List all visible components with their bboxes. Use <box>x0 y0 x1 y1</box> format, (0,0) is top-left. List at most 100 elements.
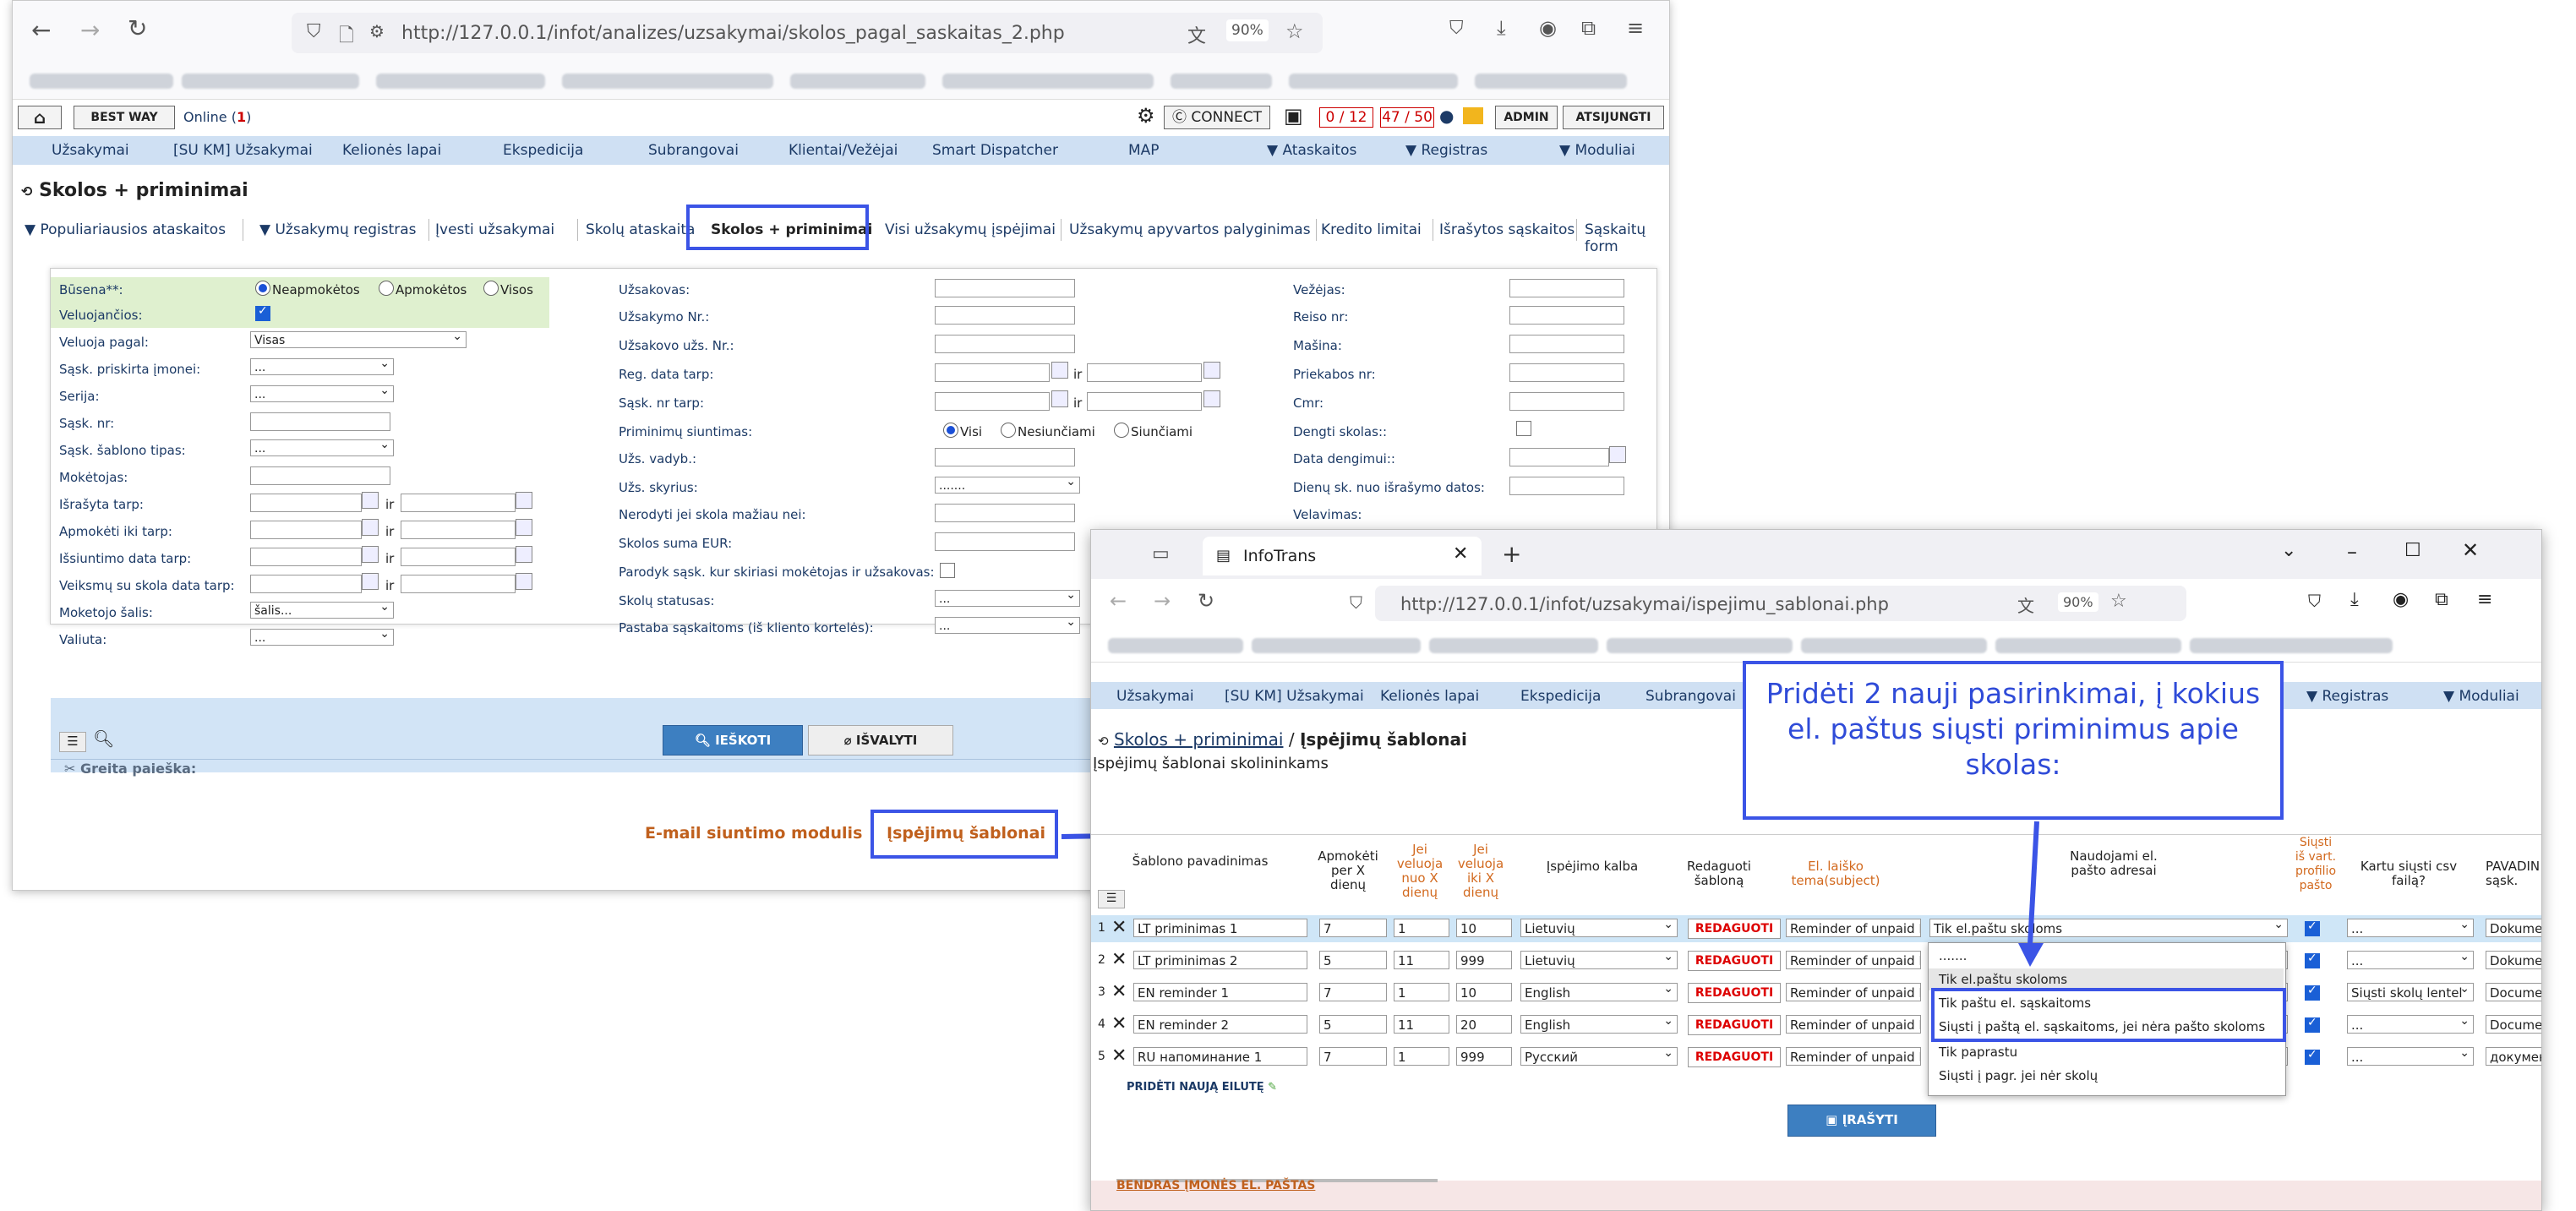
menu-item[interactable]: [SU KM] Užsakymai <box>173 142 313 159</box>
bookmark-blurred[interactable] <box>1475 74 1627 89</box>
series-select[interactable]: ... <box>250 382 394 402</box>
menu-item[interactable]: MAP <box>1128 142 1160 159</box>
pay-days-input[interactable]: 7 <box>1319 919 1387 937</box>
status-unpaid-radio[interactable] <box>255 281 270 296</box>
bookmark-blurred[interactable] <box>30 74 173 89</box>
menu-item[interactable]: ▼ Ataskaitos <box>1267 142 1356 159</box>
bookmark-blurred[interactable] <box>376 74 545 89</box>
search-button[interactable]: 🔍︎ IEŠKOTI <box>663 725 803 756</box>
delete-row-icon[interactable]: ✕ <box>1111 917 1127 938</box>
reload-icon[interactable]: ↻ <box>1198 589 1214 613</box>
cover-debts-checkbox[interactable] <box>1516 421 1531 436</box>
order-nr-input[interactable] <box>935 306 1075 325</box>
issued-to-input[interactable] <box>401 494 516 512</box>
payer-input[interactable] <box>250 466 390 485</box>
bookmark-blurred[interactable] <box>1429 638 1598 653</box>
bookmark-blurred[interactable] <box>182 74 359 89</box>
menu-item[interactable]: ▼ Registras <box>2306 688 2388 705</box>
tab-debt-report[interactable]: Skolų ataskaita <box>586 221 695 238</box>
address-bar-2[interactable]: http://127.0.0.1/infot/uzsakymai/ispejim… <box>1375 586 2186 621</box>
tab-issued-invoices[interactable]: Išrašytos sąskaitos <box>1439 221 1575 238</box>
edit-template-button[interactable]: REDAGUOTI <box>1688 1015 1781 1035</box>
edit-template-button[interactable]: REDAGUOTI <box>1688 1047 1781 1067</box>
chevron-down-icon[interactable]: ⌄ <box>2281 540 2296 561</box>
menu-item[interactable]: ▼ Registras <box>1405 142 1487 159</box>
days-since-issue-input[interactable] <box>1509 477 1624 495</box>
list-icon[interactable]: ☰ <box>59 732 86 752</box>
translate-icon[interactable]: 文 <box>2017 592 2034 617</box>
profile-email-checkbox[interactable] <box>2305 1048 2320 1065</box>
invoice-nr-input[interactable] <box>250 412 390 431</box>
calendar-icon[interactable] <box>1203 362 1220 379</box>
csv-select[interactable]: ... <box>2347 1015 2474 1034</box>
menu-item[interactable]: Užsakymai <box>1116 688 1194 705</box>
invoice-to-input[interactable] <box>1087 392 1202 411</box>
language-select[interactable]: Lietuvių <box>1520 951 1678 969</box>
calendar-icon[interactable] <box>362 519 379 536</box>
bookmark-blurred[interactable] <box>1108 638 1243 653</box>
calendar-icon[interactable] <box>1203 390 1220 407</box>
min-debt-input[interactable] <box>935 504 1075 522</box>
profile-email-checkbox[interactable] <box>2305 919 2320 936</box>
home-icon[interactable]: ⌂ <box>18 106 62 129</box>
tab-popular[interactable]: ▼ Populiariausios ataskaitos <box>25 221 226 238</box>
pay-days-input[interactable]: 5 <box>1319 1015 1387 1034</box>
delete-row-icon[interactable]: ✕ <box>1111 1013 1127 1034</box>
to-days-input[interactable]: 999 <box>1456 1047 1512 1066</box>
trip-nr-input[interactable] <box>1509 306 1624 325</box>
delete-row-icon[interactable]: ✕ <box>1111 1045 1127 1066</box>
bookmark-blurred[interactable] <box>1995 638 2181 653</box>
pay-days-input[interactable]: 7 <box>1319 983 1387 1001</box>
calendar-icon[interactable] <box>516 546 532 563</box>
pocket-icon[interactable]: ⛉ <box>2308 591 2321 611</box>
calendar-icon[interactable] <box>362 546 379 563</box>
account-icon[interactable]: ◉ <box>2393 589 2409 610</box>
pay-days-input[interactable]: 5 <box>1319 951 1387 969</box>
status-all-radio[interactable] <box>483 281 499 296</box>
zoom-level[interactable]: 90% <box>2058 592 2098 612</box>
overdue-checkbox[interactable] <box>255 304 270 321</box>
address-bar[interactable]: ⛉ 🗋 ⚙ http://127.0.0.1/infot/analizes/uz… <box>292 13 1323 53</box>
menu-item[interactable]: Subrangovai <box>1645 688 1736 705</box>
bookmark-blurred[interactable] <box>1289 74 1458 89</box>
doc-name-input[interactable]: Dokumen <box>2486 951 2541 969</box>
save-button[interactable]: ▣ ĮRAŠYTI <box>1787 1105 1936 1137</box>
language-select[interactable]: English <box>1520 1015 1678 1034</box>
menu-icon[interactable]: ≡ <box>2477 589 2492 610</box>
reminder-notsent-radio[interactable] <box>1001 423 1016 438</box>
to-days-input[interactable]: 999 <box>1456 951 1512 969</box>
doc-name-input[interactable]: документ <box>2486 1047 2541 1066</box>
calendar-icon[interactable] <box>1609 446 1626 463</box>
cover-date-input[interactable] <box>1509 448 1609 466</box>
tab-all-warnings[interactable]: Visi užsakymų įspėjimai <box>885 221 1056 238</box>
dropdown-option[interactable]: ....... <box>1939 948 1967 963</box>
language-select[interactable]: English <box>1520 983 1678 1001</box>
bookmark-blurred[interactable] <box>790 74 925 89</box>
bookmark-blurred[interactable] <box>562 74 773 89</box>
close-tab-icon[interactable]: ✕ <box>1453 543 1468 565</box>
pocket-icon[interactable]: ⛉ <box>1449 18 1464 39</box>
calendar-icon[interactable] <box>1051 362 1068 379</box>
extensions-icon[interactable]: ⧉ <box>2435 589 2448 610</box>
subject-input[interactable]: Reminder of unpaid I <box>1786 983 1921 1001</box>
from-days-input[interactable]: 1 <box>1394 1047 1449 1066</box>
admin-button[interactable]: ADMIN <box>1495 106 1558 129</box>
menu-item[interactable]: ▼ Moduliai <box>2443 688 2519 705</box>
tab-invoice-forms[interactable]: Sąskaitų form <box>1585 221 1669 255</box>
counter-badge-2[interactable]: 47 / 50 <box>1380 107 1434 128</box>
subject-input[interactable]: Reminder of unpaid I <box>1786 1047 1921 1066</box>
best-way-button[interactable]: BEST WAY <box>74 106 175 129</box>
calendar-icon[interactable] <box>516 519 532 536</box>
add-row-link[interactable]: PRIDĖTI NAUJĄ EILUTĘ ✎ <box>1127 1081 1277 1094</box>
actions-from-input[interactable] <box>250 575 362 593</box>
calendar-icon[interactable] <box>1051 390 1068 407</box>
edit-template-button[interactable]: REDAGUOTI <box>1688 919 1781 939</box>
csv-select[interactable]: ... <box>2347 951 2474 969</box>
online-status[interactable]: Online (1) <box>183 109 251 125</box>
bookmark-blurred[interactable] <box>2190 638 2393 653</box>
translate-icon[interactable]: 文 <box>1187 21 1206 48</box>
chip-icon[interactable]: ▣ <box>1284 104 1303 128</box>
folder-icon[interactable] <box>1463 107 1483 124</box>
to-days-input[interactable]: 10 <box>1456 983 1512 1001</box>
profile-email-checkbox[interactable] <box>2305 984 2320 1001</box>
